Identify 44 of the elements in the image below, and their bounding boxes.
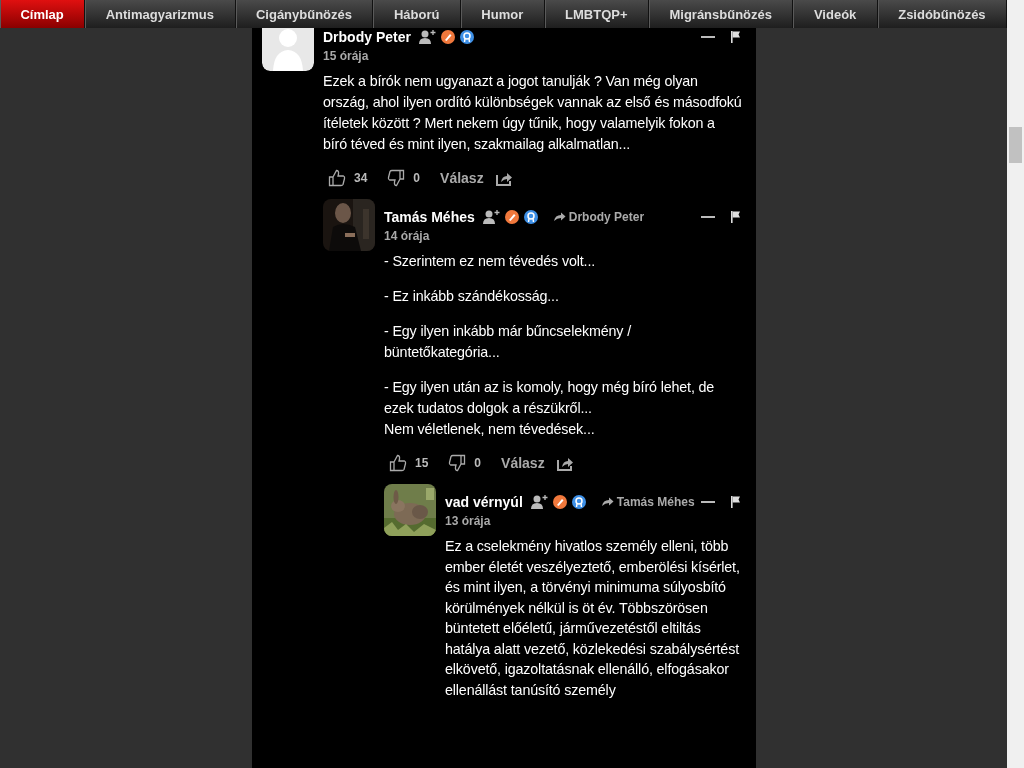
comment-time[interactable]: 15 órája bbox=[323, 49, 742, 63]
dislike-count: 0 bbox=[474, 456, 482, 470]
ribbon-badge-icon bbox=[523, 210, 538, 224]
reply-arrow-icon bbox=[600, 497, 614, 507]
comment-time[interactable]: 14 órája bbox=[384, 229, 742, 243]
comment-text: Ezek a bírók nem ugyanazt a jogot tanulják ? Van még olyan ország, ahol ilyen ordító különbségek vannak az első és másodfokú ítéletek között ? Mert nekem úgy tűnik, hogy valamelyik fokon a bíró téved és mint ilyen, szakmailag alkalmatlan... bbox=[323, 72, 742, 154]
comment-text: - Egy ilyen inkább már bűncselekmény / büntetőkategória... bbox=[384, 322, 632, 362]
reply-to-name[interactable]: Tamás Méhes bbox=[616, 495, 695, 509]
ribbon-badge-icon bbox=[571, 495, 586, 509]
share-icon[interactable] bbox=[556, 455, 574, 471]
reply-arrow-icon bbox=[552, 212, 566, 222]
thumbs-down-icon[interactable] bbox=[387, 169, 406, 187]
pen-badge-icon bbox=[504, 210, 519, 224]
ribbon-badge-icon bbox=[459, 30, 474, 44]
follow-user-icon[interactable] bbox=[481, 209, 500, 225]
comment-text: - Ez inkább szándékosság... bbox=[384, 287, 560, 306]
reply-link[interactable]: Válasz bbox=[501, 455, 545, 471]
like-count: 15 bbox=[415, 456, 429, 470]
share-icon[interactable] bbox=[495, 170, 513, 186]
nav-tab[interactable]: Címlap bbox=[0, 0, 86, 28]
dislike-count: 0 bbox=[413, 171, 421, 185]
flag-icon[interactable] bbox=[730, 30, 742, 44]
comment-time[interactable]: 13 órája bbox=[445, 514, 742, 528]
comment-text: Ez a cselekmény hivatlos személy elleni, több ember életét veszélyeztető, emberölési kísérlet, és mint ilyen, a törvényi minimuma súlyosbító körülmények nélkül is öt év. Többszörösen büntetett előéletű, járművezetéstől eltiltás hatálya alatt vezető, közlekedési szabálysértést elkövető, igazoltatásnak ellenálló, elfogásakor ellenállást tanúsító személy bbox=[445, 537, 741, 700]
reply-to-name[interactable]: Drbody Peter bbox=[568, 210, 645, 224]
follow-user-icon[interactable] bbox=[417, 29, 436, 45]
nav-tab[interactable]: Antimagyarizmus bbox=[85, 0, 236, 28]
thumbs-down-icon[interactable] bbox=[448, 454, 467, 472]
nav-tab[interactable]: Videók bbox=[793, 0, 878, 28]
author-name[interactable]: Tamás Méhes bbox=[384, 209, 475, 225]
pen-badge-icon bbox=[440, 30, 455, 44]
comment-text: - Szerintem ez nem tévedés volt... bbox=[384, 252, 597, 271]
thumbs-up-icon[interactable] bbox=[389, 454, 407, 472]
comment-text: - Egy ilyen után az is komoly, hogy még bíró lehet, de ezek tudatos dolgok a részükről... Nem véletlenek, nem tévedések... bbox=[384, 378, 716, 439]
scrollbar[interactable] bbox=[1007, 0, 1024, 768]
author-name[interactable]: Drbody Peter bbox=[323, 29, 411, 45]
thumbs-up-icon[interactable] bbox=[328, 169, 346, 187]
flag-icon[interactable] bbox=[730, 495, 742, 509]
reply-link[interactable]: Válasz bbox=[440, 170, 484, 186]
flag-icon[interactable] bbox=[730, 210, 742, 224]
pen-badge-icon bbox=[552, 495, 567, 509]
like-count: 34 bbox=[354, 171, 368, 185]
follow-user-icon[interactable] bbox=[529, 494, 548, 510]
author-name[interactable]: vad vérnyúl bbox=[445, 494, 523, 510]
